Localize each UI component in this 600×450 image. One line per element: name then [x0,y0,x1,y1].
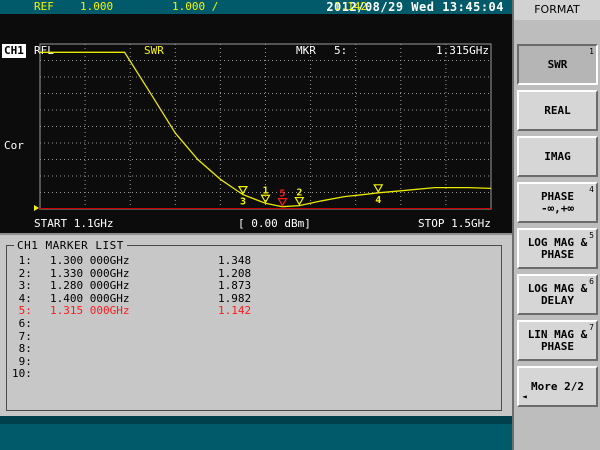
marker-list-row[interactable]: 8: [0,342,496,355]
softkey-7[interactable]: LIN MAG & PHASE 7 [517,320,598,361]
marker-val: 1.142 [218,304,252,318]
marker-number-label: 1 [263,185,269,196]
marker-list-row[interactable]: 1: 1.300 000GHz 1.348 [0,254,496,267]
reference-arrow [34,205,39,211]
ref-label: REF [34,0,54,13]
marker-list-row[interactable]: 9: [0,355,496,368]
bottom-divider [0,416,512,424]
marker-val: 1.873 [218,279,252,293]
softkey-label: LIN MAG & [527,327,588,341]
softkey-label: SWR [547,57,568,71]
marker-list-row[interactable]: 7: [0,330,496,343]
marker-list-row[interactable]: 6: [0,317,496,330]
marker-number-label: 3 [240,197,246,208]
marker-index: 3: [12,279,32,293]
softkey-number: 4 [589,185,594,194]
softkey-5[interactable]: LOG MAG & PHASE 5 [517,228,598,269]
marker-val: 1.348 [218,254,252,267]
marker-index: 4: [12,291,32,305]
softkey-number: 1 [589,47,594,56]
softkey-panel: FORMAT SWR 1 REAL IMAG PHASE -∞,+∞ 4 LOG MAG & P… [512,0,600,450]
instrument-display: 2012/08/29 Wed 13:45:04 CH1 RFL SWR MKR … [0,0,512,450]
softkey-label: LOG MAG & [527,235,588,249]
marker-index: 9: [12,354,32,368]
softkey-sublabel: DELAY [540,293,575,307]
marker-index: 1: [12,254,32,267]
marker-list-row[interactable]: 5: 1.315 000GHz 1.142 [0,304,496,317]
ref-value: 1.000 [80,0,114,13]
softkey-3[interactable]: IMAG [517,136,598,177]
stop-frequency: STOP 1.5GHz [418,217,491,230]
softkey-4[interactable]: PHASE -∞,+∞ 4 [517,182,598,223]
marker-value: 1.142 [334,0,368,13]
marker-list-panel: CH1 MARKER LIST 1: 1.300 000GHz 1.348 2: 1.… [0,233,512,416]
softkey-label: IMAG [544,149,571,163]
softkey-label: PHASE [540,189,575,203]
marker-freq: 1.280 000GHz [50,279,130,293]
marker-freq: 1.300 000GHz [50,254,130,267]
softkey-label: More 2/2 [531,379,584,393]
marker-index: 7: [12,329,32,343]
marker-list-row[interactable]: 10: [0,367,496,380]
softkey-menu-title: FORMAT [514,0,600,20]
marker-list-row[interactable]: 4: 1.400 000GHz 1.982 [0,292,496,305]
softkey-number: 6 [589,277,594,286]
marker-val: 1.208 [218,266,252,280]
marker-number-label: 2 [296,188,302,199]
softkey-sublabel: -∞,+∞ [540,201,575,215]
marker-triangle[interactable] [294,196,305,206]
softkey-label: REAL [544,103,571,117]
softkey-sublabel: PHASE [540,247,575,261]
scale-value: 1.000 / [172,0,219,13]
marker-list-title: CH1 MARKER LIST [14,239,127,252]
graticule [39,43,492,210]
softkey-2[interactable]: REAL [517,90,598,131]
source-power: [ 0.00 dBm] [238,217,311,230]
swr-trace [40,51,492,208]
marker-freq: 1.400 000GHz [50,291,130,305]
softkey-sublabel: PHASE [540,339,575,353]
softkey-label: LOG MAG & [527,281,588,295]
marker-index: 10: [12,367,32,381]
marker-index: 5: [12,304,32,318]
softkey-1[interactable]: SWR 1 [517,44,598,85]
marker-triangle[interactable] [277,198,288,207]
softkey-6[interactable]: LOG MAG & DELAY 6 [517,274,598,315]
marker-list-row[interactable]: 3: 1.280 000GHz 1.873 [0,279,496,292]
marker-index: 8: [12,342,32,356]
softkey-number: 5 [589,231,594,240]
reference-header: REF 1.000 1.000 / 1.142 [0,0,512,14]
back-arrow-icon: ◄ [522,392,527,401]
softkey-number: 7 [589,323,594,332]
marker-index: 6: [12,317,32,330]
softkey-8[interactable]: More 2/2 ◄ [517,366,598,407]
sweep-bar: START 1.1GHz [ 0.00 dBm] STOP 1.5GHz [0,217,512,231]
plot-area[interactable]: 1 2 3 4 5 [0,28,512,218]
marker-number-label: 5 [279,189,285,200]
marker-freq: 1.315 000GHz [50,304,130,318]
marker-index: 2: [12,266,32,280]
marker-freq: 1.330 000GHz [50,266,130,280]
marker-triangle[interactable] [373,184,384,194]
marker-val: 1.982 [218,291,252,305]
start-frequency: START 1.1GHz [34,217,114,230]
marker-number-label: 4 [375,195,381,206]
marker-list-row[interactable]: 2: 1.330 000GHz 1.208 [0,267,496,280]
